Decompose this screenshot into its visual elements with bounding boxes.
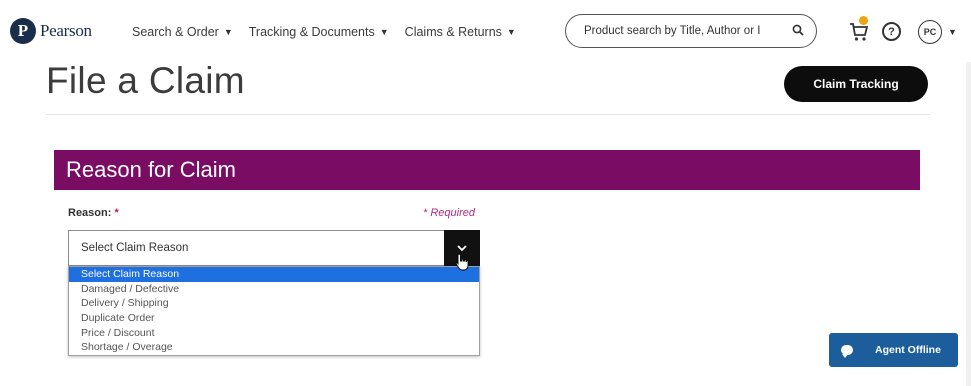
mouse-cursor-icon	[455, 253, 469, 271]
search-placeholder: Product search by Title, Author or I	[584, 25, 761, 37]
claim-reason-options: Select Claim Reason Damaged / Defective …	[68, 266, 480, 357]
nav-label: Search & Order	[132, 25, 219, 39]
option-select-claim-reason[interactable]: Select Claim Reason	[69, 267, 479, 282]
nav-claims-returns[interactable]: Claims & Returns ▼	[405, 25, 516, 39]
required-star: *	[114, 207, 119, 219]
product-search-input[interactable]: Product search by Title, Author or I	[565, 14, 817, 48]
chevron-down-icon: ▼	[379, 27, 389, 37]
pearson-logo-mark: P	[10, 18, 36, 44]
agent-status-label: Agent Offline	[875, 344, 941, 356]
chat-bubble-icon	[841, 345, 853, 358]
cart-icon[interactable]	[849, 16, 869, 42]
option-duplicate-order[interactable]: Duplicate Order	[69, 311, 479, 326]
pearson-logo-text: Pearson	[40, 21, 92, 40]
chevron-down-icon[interactable]: ▼	[948, 27, 957, 37]
option-delivery-shipping[interactable]: Delivery / Shipping	[69, 296, 479, 311]
claim-tracking-button[interactable]: Claim Tracking	[784, 66, 928, 102]
section-header: Reason for Claim	[54, 150, 920, 190]
cart-badge	[859, 16, 868, 25]
claim-reason-select[interactable]: Select Claim Reason	[68, 230, 480, 266]
nav-label: Claims & Returns	[404, 25, 502, 39]
top-header: P Pearson Search & Order ▼ Tracking & Do…	[0, 0, 971, 62]
divider	[46, 114, 930, 115]
chevron-down-icon: ▼	[223, 27, 233, 37]
option-shortage-overage[interactable]: Shortage / Overage	[69, 340, 479, 355]
reason-label-text: Reason:	[68, 207, 112, 219]
pearson-logo[interactable]: P Pearson	[10, 18, 92, 44]
main-nav: Search & Order ▼ Tracking & Documents ▼ …	[132, 25, 532, 39]
page-title: File a Claim	[46, 60, 245, 101]
page-scrollbar[interactable]	[966, 62, 971, 386]
nav-tracking-documents[interactable]: Tracking & Documents ▼	[249, 25, 389, 39]
select-value: Select Claim Reason	[81, 242, 189, 254]
agent-chat-button[interactable]: Agent Offline	[829, 333, 958, 367]
nav-search-order[interactable]: Search & Order ▼	[132, 25, 233, 39]
avatar[interactable]: PC	[918, 20, 942, 44]
option-price-discount[interactable]: Price / Discount	[69, 326, 479, 341]
required-note: * Required	[423, 207, 475, 219]
search-icon[interactable]	[792, 24, 804, 39]
chevron-down-icon: ▼	[506, 27, 516, 37]
option-damaged-defective[interactable]: Damaged / Defective	[69, 282, 479, 297]
nav-label: Tracking & Documents	[248, 25, 375, 39]
reason-label: Reason: *	[68, 207, 119, 219]
help-icon[interactable]: ?	[882, 22, 901, 41]
